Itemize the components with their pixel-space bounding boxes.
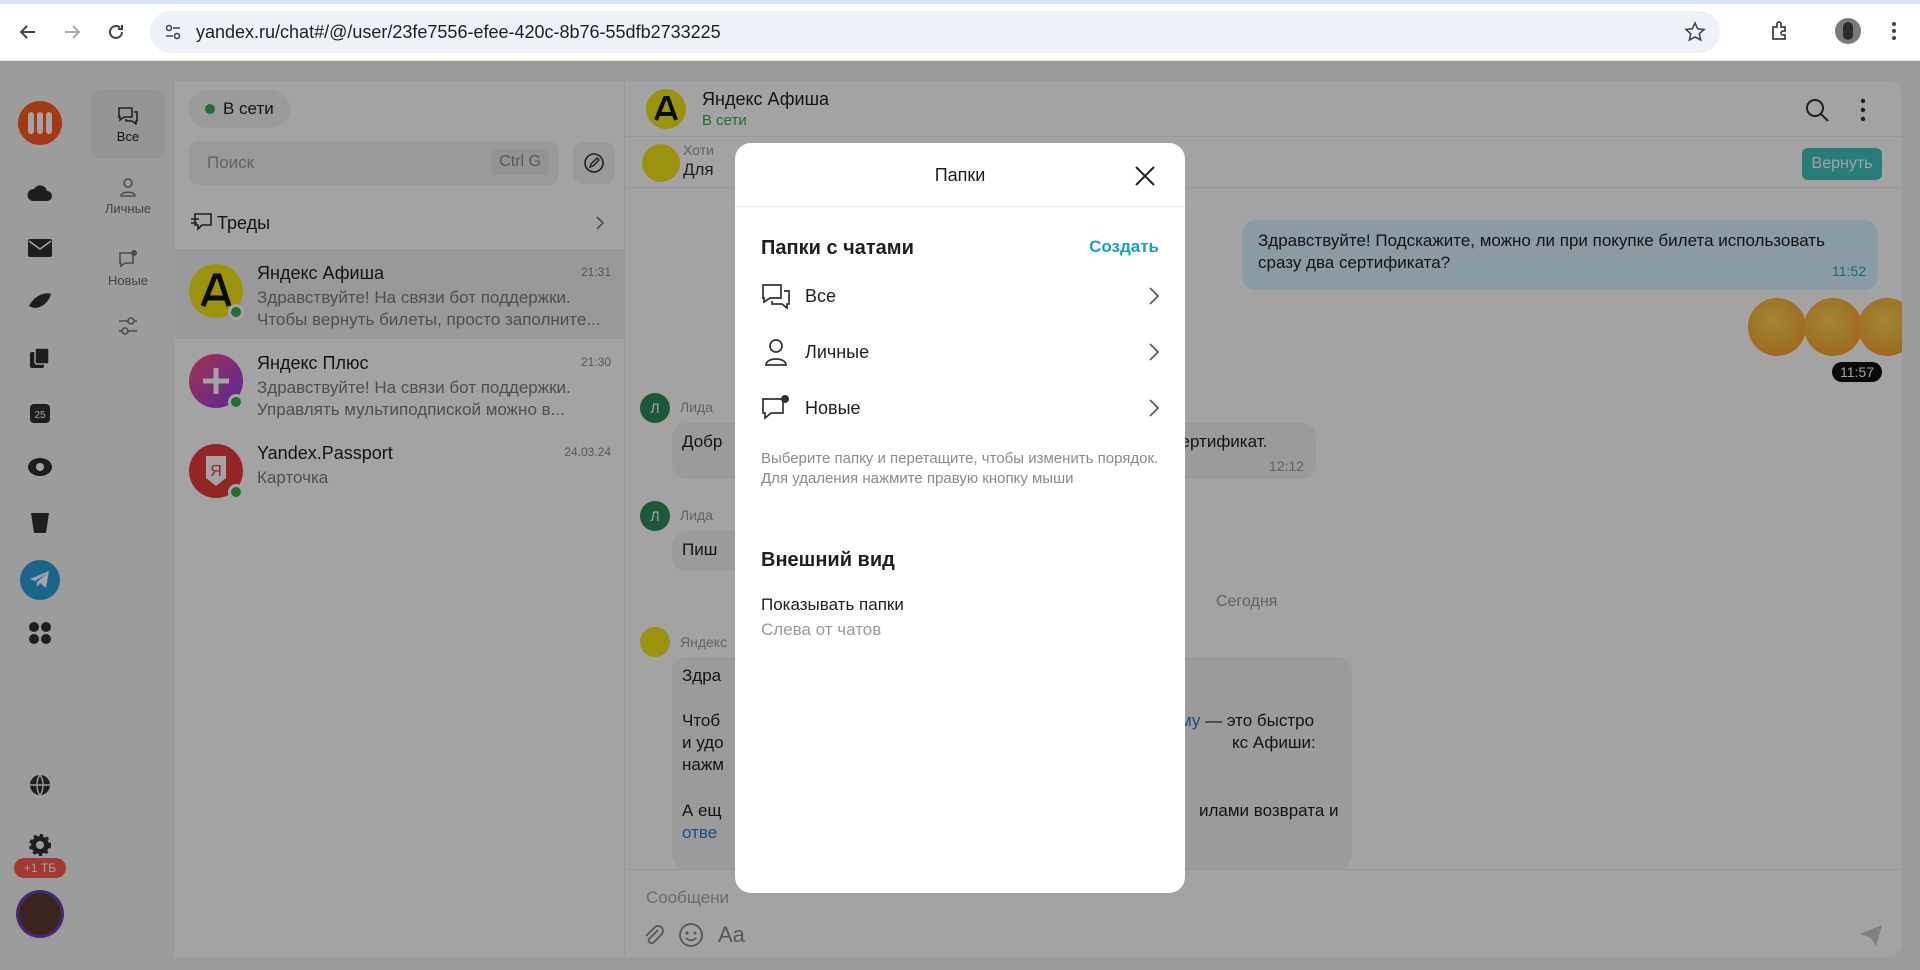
close-button[interactable] xyxy=(1130,161,1160,191)
url-text[interactable]: yandex.ru/chat#/@/user/23fe7556-efee-420… xyxy=(196,22,721,43)
forward-button[interactable] xyxy=(56,16,88,48)
folder-row-new[interactable]: Новые xyxy=(761,388,1161,428)
extensions-icon[interactable] xyxy=(1768,18,1794,44)
back-button[interactable] xyxy=(12,16,44,48)
site-settings-icon[interactable] xyxy=(164,23,182,41)
chevron-right-icon xyxy=(1149,399,1160,417)
section-title-appearance: Внешний вид xyxy=(761,549,895,571)
folders-hint: Выберите папку и перетащите, чтобы измен… xyxy=(761,450,1159,487)
arrow-left-icon xyxy=(19,25,35,39)
dialog-title: Папки xyxy=(934,165,986,185)
folders-dialog: Папки Папки с чатами Создать Все Личные … xyxy=(735,143,1185,893)
tab-strip xyxy=(0,0,1920,4)
chats-icon xyxy=(762,284,790,310)
more-vertical-icon[interactable] xyxy=(1881,18,1907,44)
chevron-right-icon xyxy=(1149,287,1160,305)
create-folder-button[interactable]: Создать xyxy=(1089,237,1159,257)
reload-button[interactable] xyxy=(100,16,132,48)
new-chat-icon xyxy=(762,395,789,420)
browser-toolbar: yandex.ru/chat#/@/user/23fe7556-efee-420… xyxy=(0,0,1920,61)
show-folders-option[interactable]: Показывать папки xyxy=(761,595,904,615)
chevron-right-icon xyxy=(1149,343,1160,361)
address-bar[interactable]: yandex.ru/chat#/@/user/23fe7556-efee-420… xyxy=(150,11,1720,53)
reload-icon xyxy=(109,24,123,39)
arrow-right-icon xyxy=(65,25,81,39)
folder-row-all[interactable]: Все xyxy=(761,276,1161,316)
folder-row-label: Все xyxy=(805,286,837,306)
show-folders-value[interactable]: Слева от чатов xyxy=(761,620,881,640)
close-icon xyxy=(1135,166,1155,186)
dialog-header: Папки xyxy=(735,143,1185,207)
person-icon xyxy=(765,339,787,366)
folder-row-label: Личные xyxy=(805,342,870,362)
folder-row-label: Новые xyxy=(805,398,861,418)
bookmark-star-icon[interactable] xyxy=(1684,21,1706,43)
profile-avatar[interactable] xyxy=(1835,18,1861,44)
folder-row-personal[interactable]: Личные xyxy=(761,332,1161,372)
section-title-chat-folders: Папки с чатами xyxy=(761,237,914,259)
